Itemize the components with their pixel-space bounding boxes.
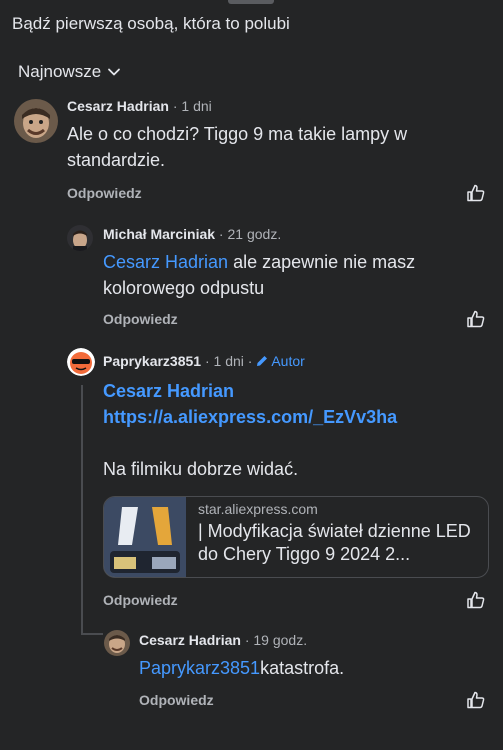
- comment-text: Cesarz Hadrian ale zapewnie nie masz kol…: [103, 252, 416, 298]
- preview-domain: star.aliexpress.com: [198, 501, 318, 517]
- sort-dropdown[interactable]: Najnowsze: [18, 62, 121, 82]
- reply-button[interactable]: Odpowiedz: [67, 185, 142, 201]
- preview-title: | Modyfikacja świateł dzienne LED do Che…: [198, 521, 471, 564]
- mention-link[interactable]: Paprykarz3851: [139, 658, 260, 678]
- likes-header: Bądź pierwszą osobą, która to polubi: [12, 14, 290, 33]
- thumbs-up-icon[interactable]: [466, 590, 486, 610]
- reply-button[interactable]: Odpowiedz: [103, 592, 178, 608]
- comment-author[interactable]: Michał Marciniak · 21 godz.: [103, 226, 281, 242]
- link-preview-card[interactable]: star.aliexpress.com | Modyfikacja świate…: [103, 496, 489, 578]
- comment-time: 1 dni: [181, 98, 212, 114]
- comment-text: Paprykarz3851katastrofa.: [139, 658, 345, 678]
- comment-author[interactable]: Cesarz Hadrian · 19 godz.: [139, 632, 307, 648]
- reply-button[interactable]: Odpowiedz: [103, 311, 178, 327]
- url-link[interactable]: https://a.aliexpress.com/_EzVv3ha: [103, 404, 493, 430]
- avatar[interactable]: [67, 348, 95, 376]
- thumbs-up-icon[interactable]: [466, 183, 486, 203]
- avatar[interactable]: [14, 99, 58, 143]
- sort-label: Najnowsze: [18, 62, 102, 81]
- thumbs-up-icon[interactable]: [466, 690, 486, 710]
- comment-text: Cesarz Hadrian https://a.aliexpress.com/…: [103, 378, 493, 482]
- comment-author[interactable]: Cesarz Hadrian · 1 dni: [67, 98, 212, 114]
- chevron-down-icon: [108, 68, 121, 76]
- sheet-handle[interactable]: [228, 0, 274, 4]
- comment-time: 19 godz.: [253, 632, 308, 648]
- avatar[interactable]: [67, 225, 93, 251]
- comment-time: 21 godz.: [227, 226, 282, 242]
- comment-time: 1 dni: [213, 353, 244, 369]
- thread-line: [81, 385, 83, 635]
- mention-link[interactable]: Cesarz Hadrian: [103, 378, 493, 404]
- mention-link[interactable]: Cesarz Hadrian: [103, 252, 228, 272]
- avatar[interactable]: [104, 630, 130, 656]
- author-badge: Autor: [256, 353, 305, 369]
- reply-button[interactable]: Odpowiedz: [139, 692, 214, 708]
- thread-connector: [81, 633, 103, 635]
- comment-author[interactable]: Paprykarz3851 · 1 dni · Autor: [103, 353, 305, 369]
- pencil-icon: [257, 356, 268, 366]
- preview-thumbnail: [104, 497, 186, 577]
- thumbs-up-icon[interactable]: [466, 309, 486, 329]
- comment-text: Ale o co chodzi? Tiggo 9 ma takie lampy …: [67, 124, 408, 170]
